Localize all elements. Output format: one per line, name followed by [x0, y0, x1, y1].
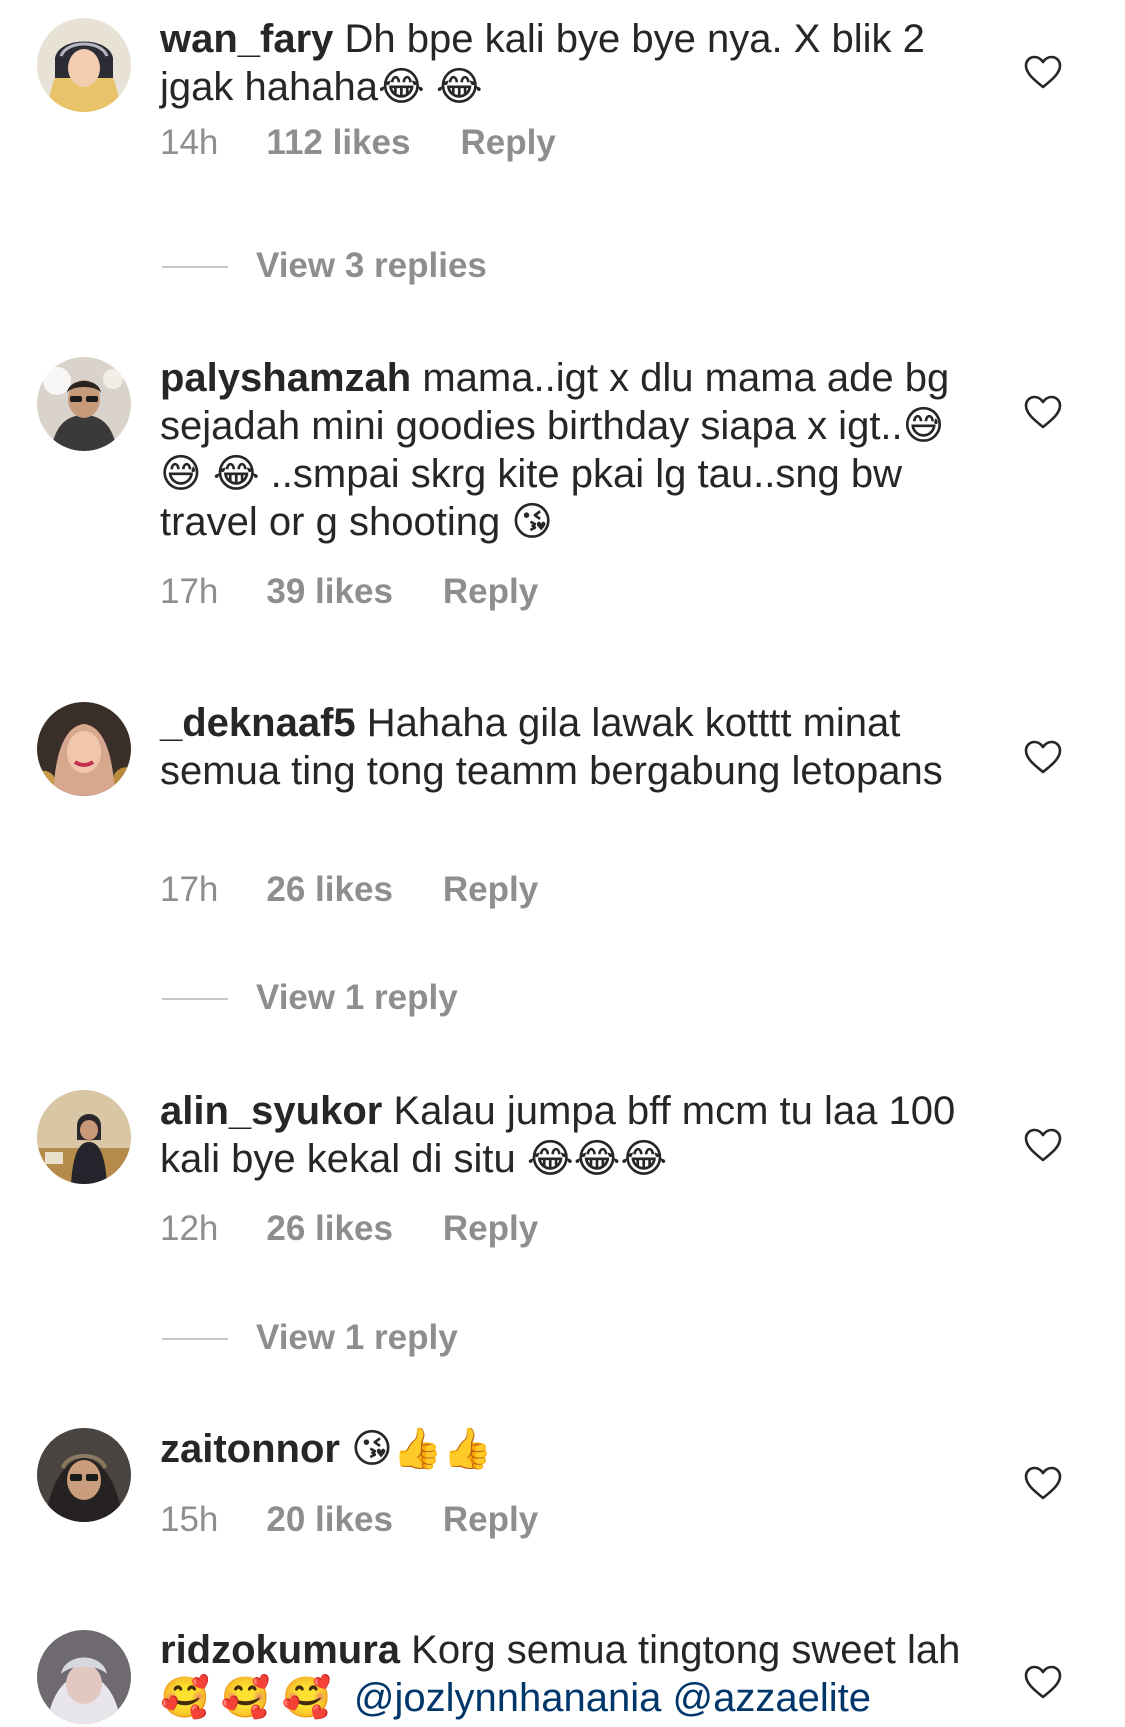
heart-outline-icon[interactable]: [1023, 394, 1063, 430]
comment-meta: 17h 26 likes Reply: [160, 870, 538, 910]
view-replies-divider: [162, 266, 228, 268]
reply-button[interactable]: Reply: [460, 123, 555, 163]
heart-outline-icon[interactable]: [1023, 54, 1063, 90]
view-replies-divider: [162, 998, 228, 1000]
avatar[interactable]: [37, 357, 131, 451]
comment-username[interactable]: ridzokumura: [160, 1628, 400, 1672]
comment-meta: 17h 39 likes Reply: [160, 572, 538, 612]
comment-likes[interactable]: 26 likes: [266, 1209, 393, 1249]
comment-text: _deknaaf5 Hahaha gila lawak kotttt minat…: [160, 699, 968, 795]
view-replies-label: View 1 reply: [256, 1318, 458, 1357]
comment-text: ridzokumura Korg semua tingtong sweet la…: [160, 1626, 968, 1722]
comment-username[interactable]: wan_fary: [160, 17, 333, 61]
avatar[interactable]: [37, 1090, 131, 1184]
comment-text: palyshamzah mama..igt x dlu mama ade bg …: [160, 354, 968, 546]
reply-button[interactable]: Reply: [443, 1209, 538, 1249]
heart-outline-icon[interactable]: [1023, 1127, 1063, 1163]
comment-username[interactable]: palyshamzah: [160, 356, 411, 400]
comment-likes[interactable]: 26 likes: [266, 870, 393, 910]
comment-time: 14h: [160, 123, 219, 162]
comment-likes[interactable]: 20 likes: [266, 1500, 393, 1540]
comment-meta: 12h 26 likes Reply: [160, 1209, 538, 1249]
view-replies-divider: [162, 1338, 228, 1340]
comment-text: alin_syukor Kalau jumpa bff mcm tu laa 1…: [160, 1087, 968, 1183]
view-replies-label: View 3 replies: [256, 246, 487, 285]
comment-username[interactable]: zaitonnor: [160, 1427, 340, 1471]
comment-time: 15h: [160, 1500, 219, 1539]
heart-outline-icon[interactable]: [1023, 1465, 1063, 1501]
comment-text: zaitonnor 😘👍👍: [160, 1425, 968, 1473]
comment-body: 😘👍👍: [351, 1427, 493, 1471]
mention-link[interactable]: @azzaelite: [672, 1676, 870, 1720]
comment-likes[interactable]: 39 likes: [266, 572, 393, 612]
comment-username[interactable]: _deknaaf5: [160, 701, 356, 745]
reply-button[interactable]: Reply: [443, 870, 538, 910]
comment-time: 17h: [160, 572, 219, 611]
reply-button[interactable]: Reply: [443, 572, 538, 612]
comment-time: 12h: [160, 1209, 219, 1248]
comment-meta: 15h 20 likes Reply: [160, 1500, 538, 1540]
heart-outline-icon[interactable]: [1023, 739, 1063, 775]
comment-username[interactable]: alin_syukor: [160, 1089, 382, 1133]
avatar[interactable]: [37, 702, 131, 796]
comment-meta: 14h 112 likes Reply: [160, 123, 556, 163]
comment-likes[interactable]: 112 likes: [266, 123, 410, 163]
comments-list: wan_fary Dh bpe kali bye bye nya. X blik…: [0, 0, 1125, 1727]
mention-link[interactable]: @jozlynnhanania: [354, 1676, 661, 1720]
avatar[interactable]: [37, 18, 131, 112]
comment-text: wan_fary Dh bpe kali bye bye nya. X blik…: [160, 15, 968, 111]
heart-outline-icon[interactable]: [1023, 1664, 1063, 1700]
avatar[interactable]: [37, 1630, 131, 1724]
reply-button[interactable]: Reply: [443, 1500, 538, 1540]
view-replies-label: View 1 reply: [256, 978, 458, 1017]
avatar[interactable]: [37, 1428, 131, 1522]
comment-time: 17h: [160, 870, 219, 909]
